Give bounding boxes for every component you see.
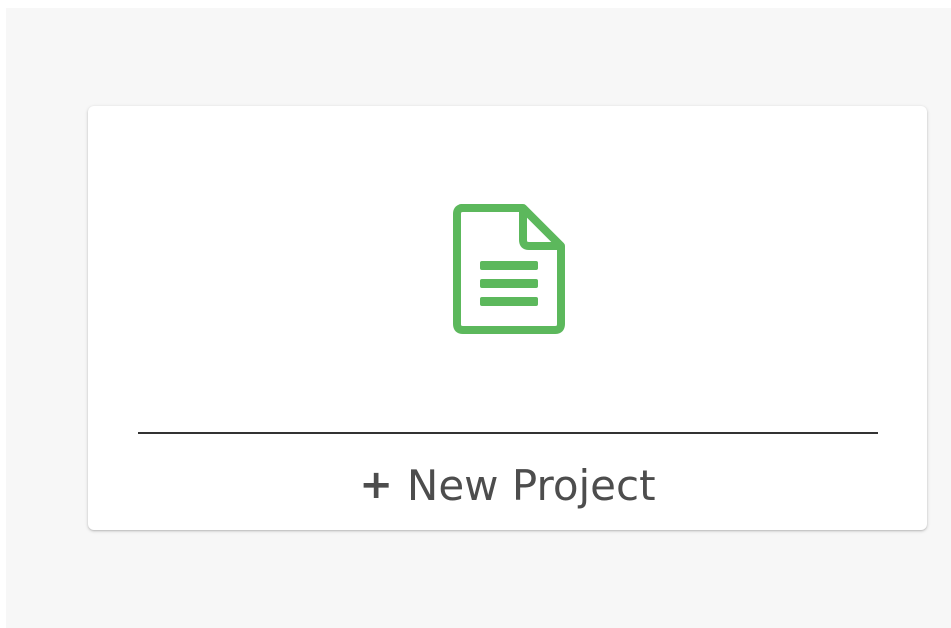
plus-icon: + — [359, 462, 393, 508]
card-divider — [138, 432, 878, 434]
new-project-card[interactable]: + New Project — [88, 106, 927, 530]
new-project-button[interactable]: + New Project — [88, 456, 927, 516]
document-icon — [453, 204, 565, 334]
page-background: + New Project — [6, 8, 951, 628]
new-project-label: New Project — [406, 461, 656, 510]
